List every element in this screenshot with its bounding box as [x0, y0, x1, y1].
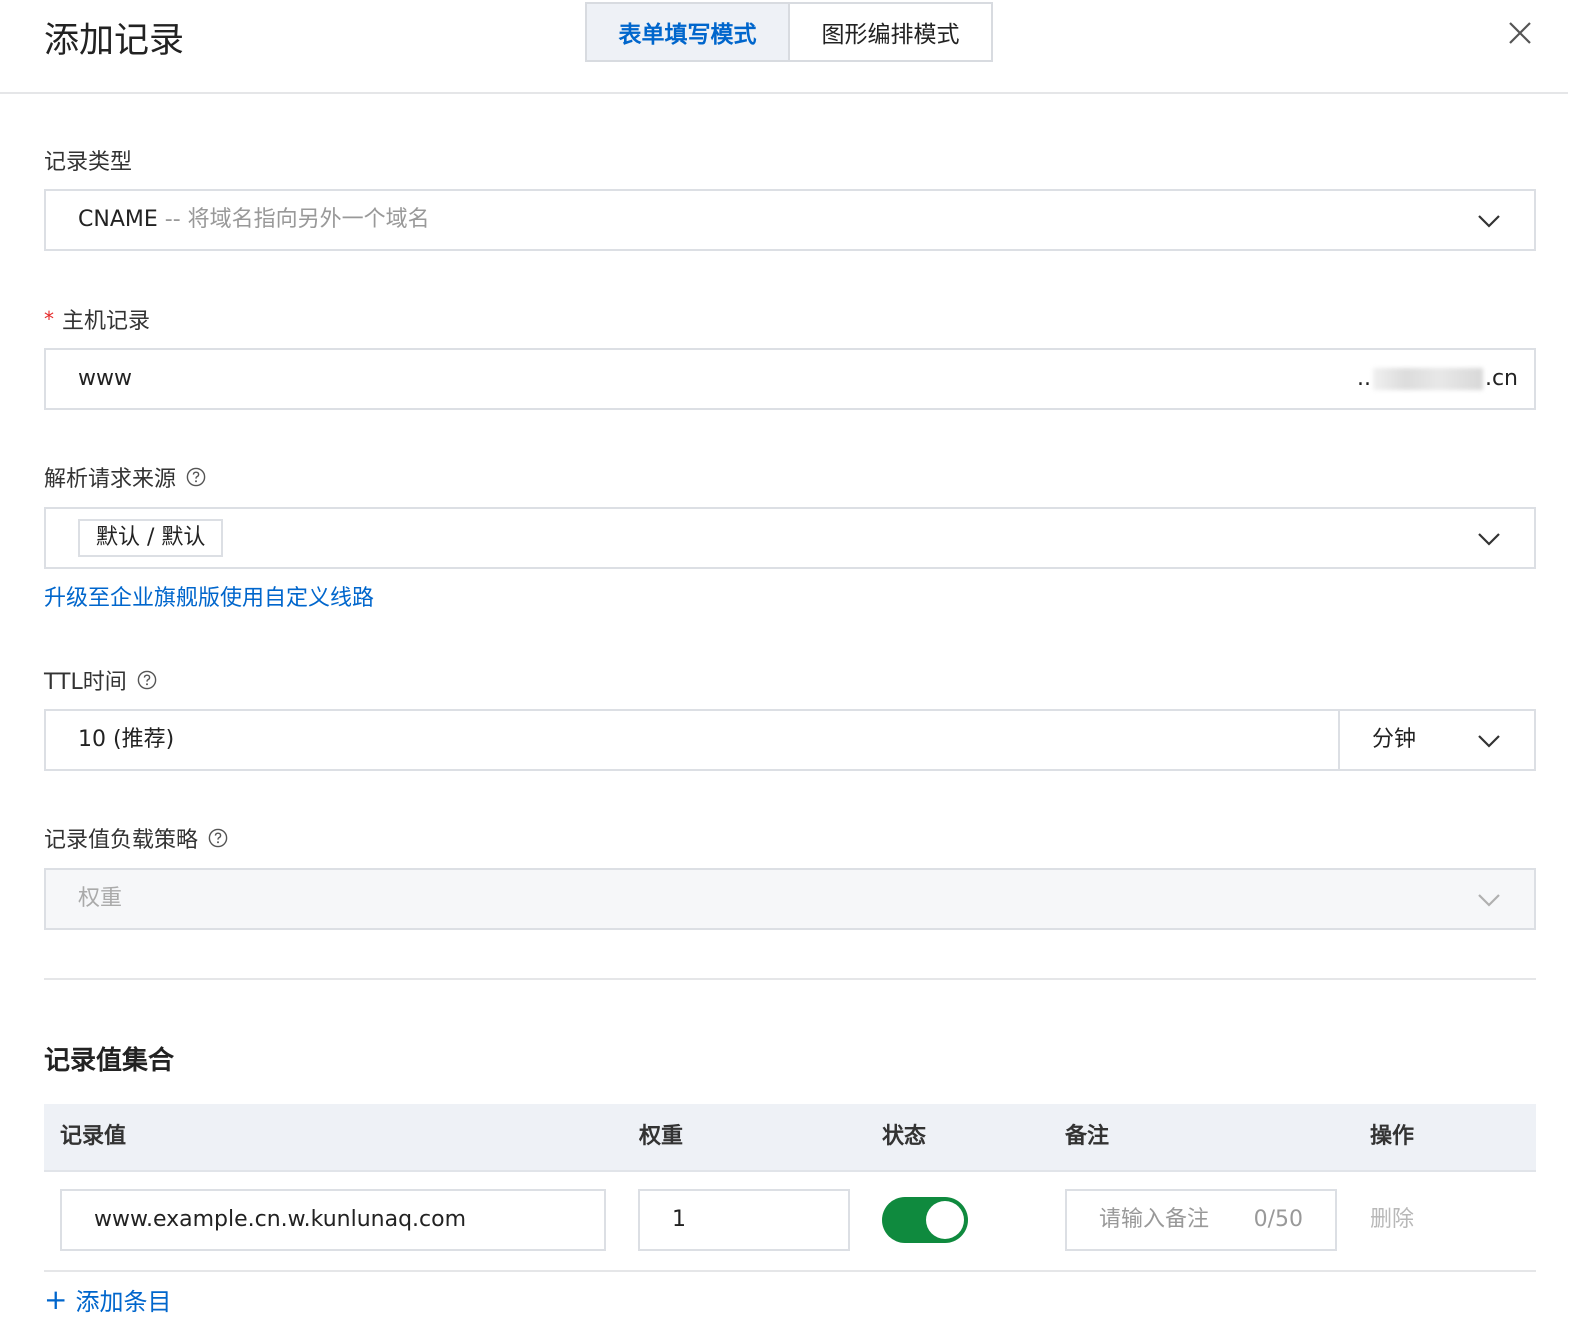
weight-input[interactable]: 1 — [638, 1189, 850, 1251]
source-select[interactable]: 默认 / 默认 — [44, 507, 1536, 569]
required-mark: * — [44, 307, 54, 331]
host-record-value: www — [78, 366, 132, 391]
col-header-remark: 备注 — [1065, 1124, 1110, 1149]
mode-tabs: 表单填写模式 图形编排模式 — [585, 2, 993, 62]
col-header-weight: 权重 — [639, 1124, 684, 1149]
strategy-label: 记录值负载策略 — [44, 822, 228, 854]
chevron-down-icon — [1478, 215, 1500, 228]
chevron-down-icon — [1478, 533, 1500, 546]
chevron-down-icon — [1478, 735, 1500, 748]
help-icon[interactable] — [208, 828, 228, 848]
col-header-action: 操作 — [1370, 1124, 1415, 1149]
record-type-label: 记录类型 — [44, 150, 133, 175]
records-section-title: 记录值集合 — [44, 1046, 175, 1076]
remark-placeholder: 请输入备注 — [1099, 1207, 1210, 1232]
section-divider — [44, 978, 1536, 980]
tab-graphic-mode[interactable]: 图形编排模式 — [790, 4, 991, 60]
redacted-domain — [1372, 368, 1483, 390]
delete-button[interactable]: 删除 — [1370, 1170, 1414, 1270]
table-row: www.example.cn.w.kunlunaq.com 1 请输入备注 0/… — [44, 1170, 1536, 1272]
host-record-input[interactable]: www .. .cn — [44, 348, 1536, 410]
upgrade-link[interactable]: 升级至企业旗舰版使用自定义线路 — [44, 580, 374, 612]
source-label: 解析请求来源 — [44, 461, 206, 493]
strategy-select: 权重 — [44, 868, 1536, 930]
tab-form-mode[interactable]: 表单填写模式 — [587, 4, 790, 60]
record-type-value: CNAME — [78, 207, 158, 232]
close-icon[interactable] — [1505, 18, 1535, 48]
toggle-knob — [926, 1201, 964, 1239]
ttl-unit-select[interactable]: 分钟 — [1338, 709, 1536, 771]
record-value-input[interactable]: www.example.cn.w.kunlunaq.com — [60, 1189, 606, 1251]
records-table-header: 记录值 权重 状态 备注 操作 — [44, 1104, 1536, 1172]
host-record-label: * 主机记录 — [44, 307, 151, 334]
status-toggle[interactable] — [882, 1197, 968, 1243]
record-type-select[interactable]: CNAME -- 将域名指向另外一个域名 — [44, 189, 1536, 251]
chevron-down-icon — [1478, 894, 1500, 907]
add-item-button[interactable]: + 添加条目 — [44, 1282, 171, 1317]
plus-icon: + — [44, 1282, 68, 1316]
dialog-header: 添加记录 表单填写模式 图形编排模式 — [0, 0, 1568, 94]
ttl-unit-value: 分钟 — [1372, 727, 1417, 752]
source-tag[interactable]: 默认 / 默认 — [78, 519, 224, 557]
help-icon[interactable] — [137, 670, 157, 690]
col-header-status: 状态 — [882, 1124, 927, 1149]
help-icon[interactable] — [186, 467, 206, 487]
remark-input[interactable]: 请输入备注 0/50 — [1065, 1189, 1337, 1251]
record-type-hint: -- 将域名指向另外一个域名 — [164, 207, 430, 232]
strategy-value: 权重 — [78, 886, 123, 911]
dialog-title: 添加记录 — [44, 21, 185, 61]
remark-char-count: 0/50 — [1253, 1207, 1303, 1232]
ttl-value: 10 (推荐) — [78, 727, 175, 752]
col-header-value: 记录值 — [60, 1124, 127, 1149]
ttl-label: TTL时间 — [44, 664, 157, 696]
domain-suffix: .. .cn — [1356, 366, 1518, 391]
ttl-input[interactable]: 10 (推荐) — [44, 709, 1340, 771]
